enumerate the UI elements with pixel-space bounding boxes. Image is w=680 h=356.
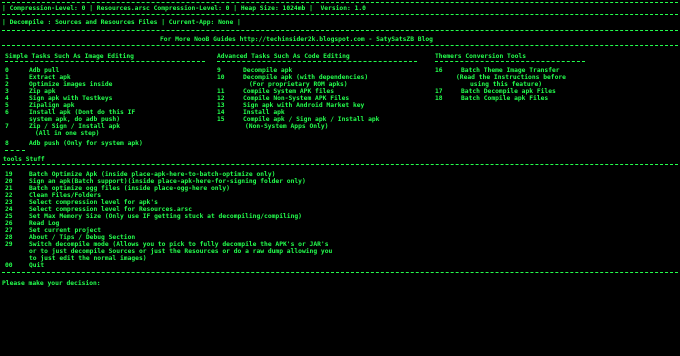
option-label: Sign an apk(Batch support)(inside place-… [29,178,306,185]
guide-banner: For More NooB Guides http://techinsider2… [160,36,433,43]
option-label: Batch Theme Image Transfer [461,67,560,74]
option-number: 7 [5,123,9,130]
option-label: Adb pull [29,67,60,74]
option-label: Adb push (Only for system apk) [29,140,143,147]
option-label: Optimize images inside [29,81,113,88]
option-label: About / Tips / Debug Section [29,234,136,241]
option-label: Batch optimize ogg files (inside place-o… [29,185,230,192]
option-number: 21 [5,185,13,192]
divider [435,61,585,62]
option-label: using this feature) [470,81,543,88]
option-number: 10 [217,74,225,81]
option-number: 11 [217,88,225,95]
option-number: 14 [217,109,225,116]
option-label: Zip apk [29,88,56,95]
option-label: system apk, do adb push) [29,116,120,123]
option-number: 24 [5,206,13,213]
option-number: 1 [5,74,9,81]
section-title-themers: Themers Conversion Tools [435,53,526,60]
option-number: 18 [435,95,443,102]
option-label: Zipalign apk [29,102,75,109]
option-number: 5 [5,102,9,109]
option-label: Set Max Memory Size (Only use IF getting… [29,213,302,220]
option-number: 25 [5,213,13,220]
option-number: 16 [435,67,443,74]
status-line-decompile: | Decompile : Sources and Resources File… [2,19,241,26]
option-number: 3 [5,88,9,95]
option-label: (All in one step) [35,130,100,137]
option-label: Batch Optimize Apk (inside place-apk-her… [29,171,276,178]
option-number: 4 [5,95,9,102]
option-label: Set current project [29,227,102,234]
divider [2,30,678,31]
option-number: 13 [217,102,225,109]
option-number: 15 [217,116,225,123]
option-label: Compile System APK files [243,88,334,95]
option-label: Decompile apk (with dependencies) [243,74,369,81]
option-label: (Non-System Apps Only) [245,123,329,130]
option-number: 00 [5,262,13,269]
option-label: Decompile apk [243,67,293,74]
option-label: Zip / Sign / Install apk [29,123,120,130]
option-number: 26 [5,220,13,227]
option-number: 27 [5,227,13,234]
divider [5,61,205,62]
console-window: | Compression-Level: 0 | Resources.arsc … [0,0,680,356]
section-title-advanced: Advanced Tasks Such As Code Editing [217,53,350,60]
divider [5,150,25,151]
option-label: to just edit the normal images) [29,255,147,262]
option-number: 19 [5,171,13,178]
divider [2,164,678,165]
option-number: 23 [5,199,13,206]
option-number: 22 [5,192,13,199]
option-label: Compile apk / Sign apk / Install apk [243,116,380,123]
option-number: 9 [217,67,221,74]
option-label: Select compression level for apk's [29,199,158,206]
option-label: Compile Non-System APK Files [243,95,350,102]
option-label: Clean Files/Folders [29,192,102,199]
option-label: Sign apk with Testkeys [29,95,113,102]
option-label: Sign apk with Android Market key [243,102,365,109]
option-number: 20 [5,178,13,185]
divider [217,61,417,62]
option-label: Batch Decompile apk Files [461,88,556,95]
status-line-compression: | Compression-Level: 0 | Resources.arsc … [2,5,366,12]
option-label: Switch decompile mode (Allows you to pic… [29,241,329,248]
option-label: (Read the Instructions before [456,74,566,81]
divider [2,45,678,46]
option-label: Quit [29,262,45,269]
option-number: 12 [217,95,225,102]
option-number: 8 [5,140,9,147]
option-label: or to just decompile Sources or just the… [29,248,333,255]
option-number: 0 [5,67,9,74]
section-title-tools: tools Stuff [3,156,45,163]
option-label: Select compression level for Resources.a… [29,206,193,213]
section-title-simple: Simple Tasks Such As Image Editing [5,53,134,60]
option-label: Read Log [29,220,60,227]
option-number: 2 [5,81,9,88]
option-number: 29 [5,241,13,248]
option-label: Install apk [243,109,285,116]
divider [2,14,678,15]
option-label: Extract apk [29,74,71,81]
option-label: (For proprietary ROM apks) [249,81,348,88]
divider [2,2,678,3]
option-number: 17 [435,88,443,95]
prompt-text: Please make your decision: [2,280,101,287]
divider [2,272,678,273]
option-label: Batch Compile apk Files [461,95,549,102]
option-label: Install apk (Dont do this IF [29,109,136,116]
option-number: 28 [5,234,13,241]
option-number: 6 [5,109,9,116]
